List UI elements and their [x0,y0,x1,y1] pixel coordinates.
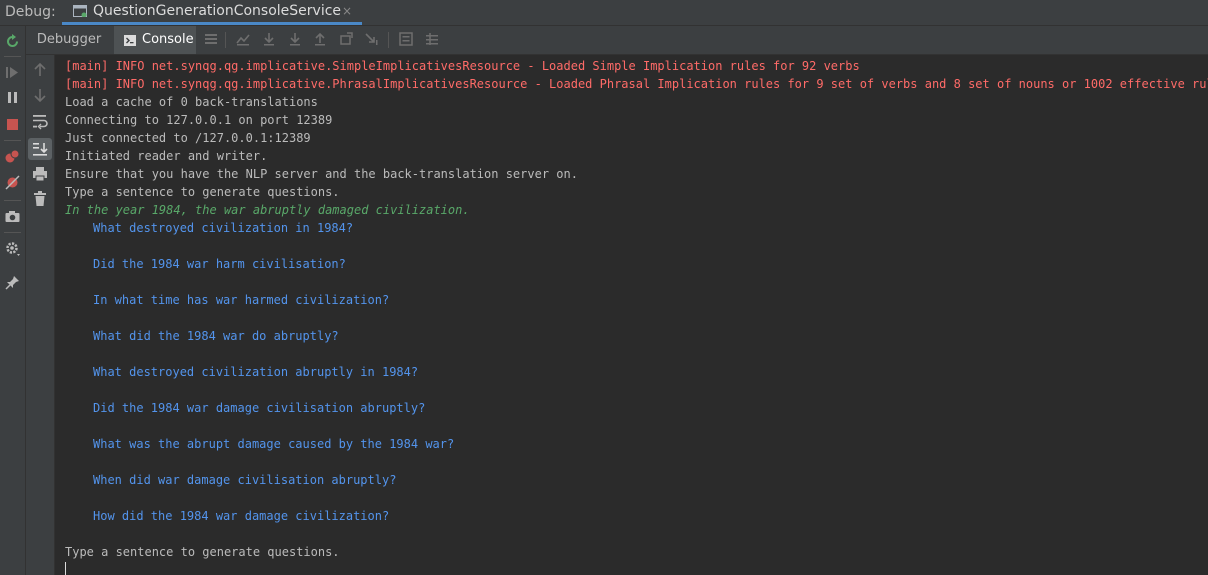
generated-question-line: What was the abrupt damage caused by the… [93,437,455,451]
console-output[interactable]: [main] INFO net.synqg.qg.implicative.Sim… [55,55,1208,575]
console-output-line: Load a cache of 0 back-translations [65,95,318,109]
generated-question-line: What destroyed civilization abruptly in … [93,365,419,379]
generated-question-line: Did the 1984 war damage civilisation abr… [93,401,426,415]
camera-icon[interactable] [4,208,21,225]
console-output-line: Connecting to 127.0.0.1 on port 12389 [65,113,333,127]
toolbar-separator [4,140,21,141]
evaluate-expression-icon[interactable] [398,31,414,47]
rerun-icon[interactable] [4,33,21,50]
resume-icon[interactable] [4,64,21,81]
show-execution-point-icon[interactable] [235,31,251,47]
console-icon [124,35,136,46]
pin-icon[interactable] [4,274,21,291]
arrow-down-icon[interactable] [31,86,49,104]
generated-question-line: How did the 1984 war damage civilization… [93,509,390,523]
console-output-line: Ensure that you have the NLP server and … [65,167,578,181]
toolbar-separator [225,32,226,48]
soft-wrap-icon[interactable] [31,112,49,130]
toolbar-separator [4,56,21,57]
trash-icon[interactable] [31,190,49,208]
run-configuration-tab[interactable]: QuestionGenerationConsoleService × [62,0,362,25]
menu-lines-icon[interactable] [203,31,219,47]
tab-console[interactable]: Console [114,26,196,54]
view-breakpoints-icon[interactable] [4,148,21,165]
console-input-line: In the year 1984, the war abruptly damag… [65,203,470,217]
toolbar-separator [4,232,21,233]
stop-icon[interactable] [4,116,21,133]
scroll-to-end-icon [33,143,48,156]
console-error-line: [main] INFO net.synqg.qg.implicative.Phr… [65,77,1208,91]
step-out-icon[interactable] [312,31,328,47]
generated-question-line: When did war damage civilisation abruptl… [93,473,397,487]
run-to-cursor-icon[interactable] [364,31,380,47]
generated-question-line: In what time has war harmed civilization… [93,293,390,307]
close-icon[interactable]: × [342,4,352,18]
tab-console-label: Console [142,32,194,47]
console-error-line: [main] INFO net.synqg.qg.implicative.Sim… [65,59,860,73]
run-tab-title: QuestionGenerationConsoleService [93,3,342,19]
console-output-line: Type a sentence to generate questions. [65,185,340,199]
debug-left-toolbar [0,26,26,575]
mute-breakpoints-icon[interactable] [4,174,21,191]
tab-debugger[interactable]: Debugger [26,26,112,54]
console-output-line: Just connected to /127.0.0.1:12389 [65,131,311,145]
trace-icon[interactable] [424,31,440,47]
text-caret [65,562,66,575]
step-over-icon[interactable] [261,31,277,47]
console-output-line: Initiated reader and writer. [65,149,268,163]
settings-icon[interactable] [4,240,21,257]
debug-tool-window-header: Debug: QuestionGenerationConsoleService … [0,0,1208,26]
generated-question-line: What did the 1984 war do abruptly? [93,329,339,343]
console-output-line: Type a sentence to generate questions. [65,545,340,559]
arrow-up-icon[interactable] [31,61,49,79]
step-into-icon[interactable] [287,31,303,47]
debug-label: Debug: [5,4,56,20]
toolbar-separator [388,32,389,48]
console-actions-toolbar [26,55,55,575]
toolbar-separator [4,200,21,201]
drop-frame-icon[interactable] [338,31,354,47]
scroll-to-end-toggle[interactable] [28,138,52,160]
generated-question-line: What destroyed civilization in 1984? [93,221,354,235]
debug-subtabs-bar: Debugger Console [26,26,1208,55]
console-window-icon [73,5,87,17]
pause-icon[interactable] [4,89,21,106]
generated-question-line: Did the 1984 war harm civilisation? [93,257,346,271]
print-icon[interactable] [31,165,49,183]
